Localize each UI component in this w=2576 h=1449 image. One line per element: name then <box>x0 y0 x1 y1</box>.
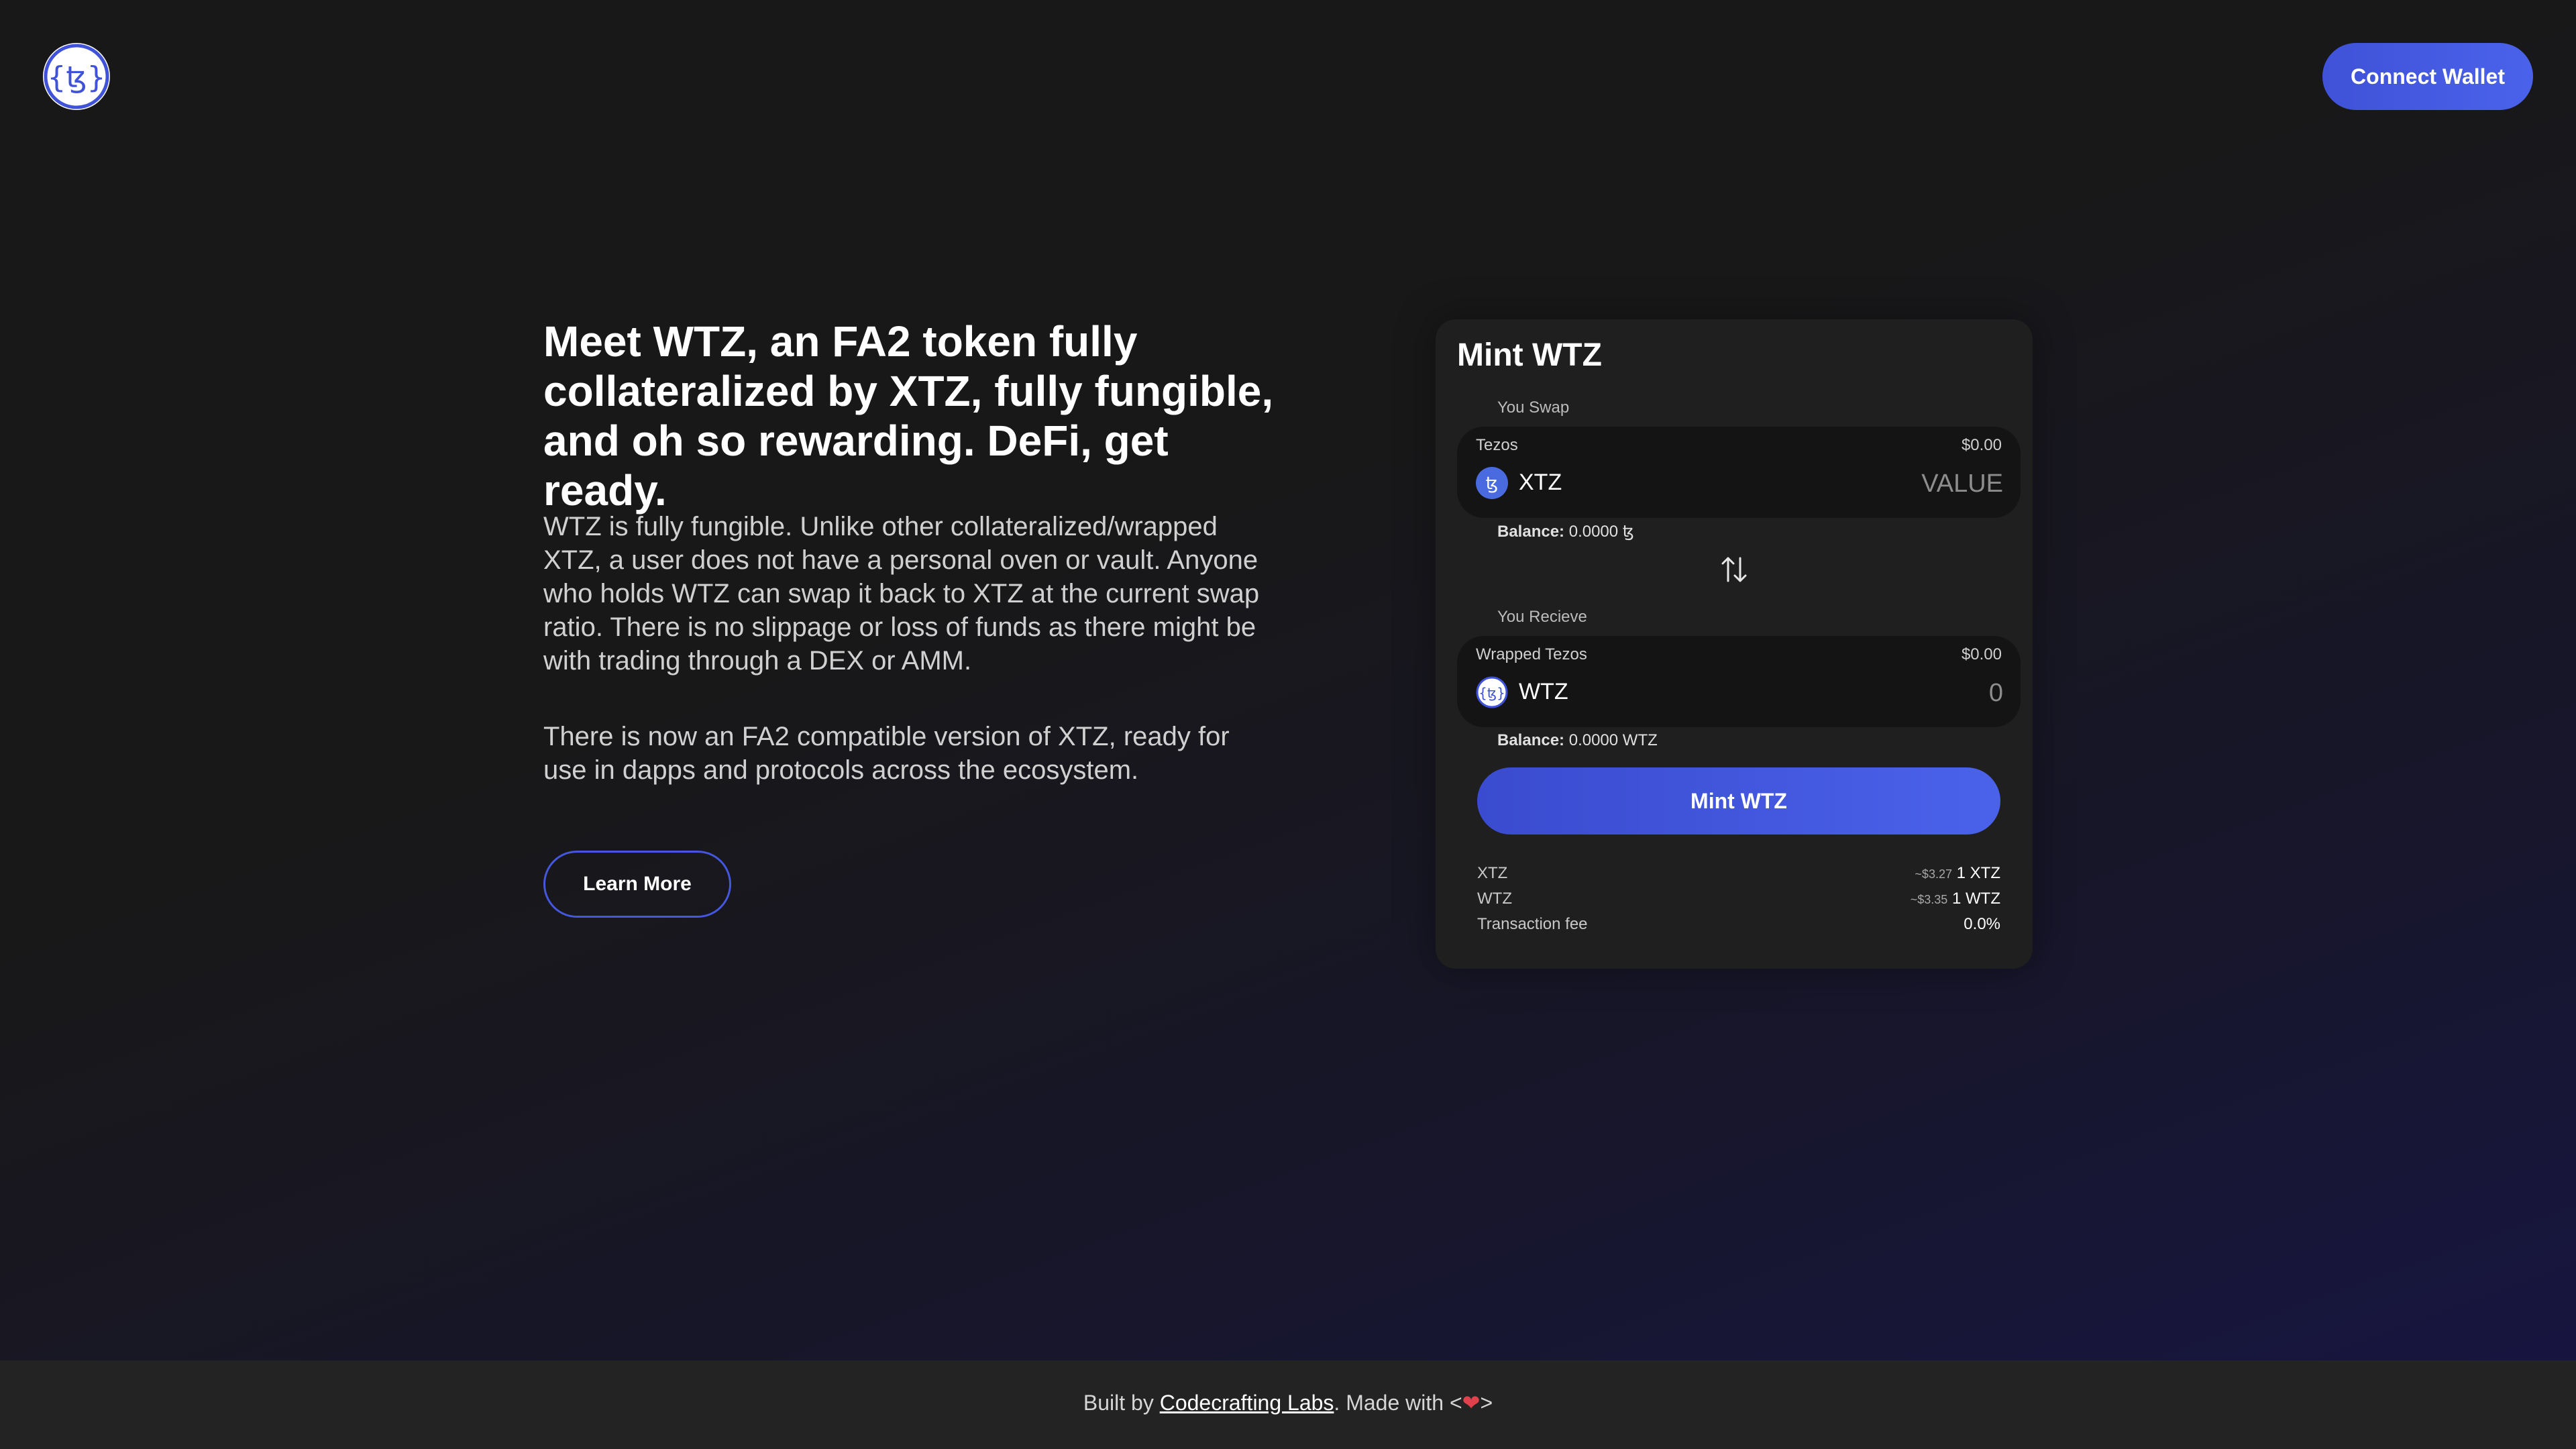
to-balance-value: 0.0000 WTZ <box>1568 731 1658 749</box>
footer-gt: > <box>1480 1391 1493 1415</box>
rate-value: ~$3.35 1 WTZ <box>1911 890 2000 908</box>
from-token-symbol: XTZ <box>1519 470 1562 495</box>
rate-value: ~$3.27 1 XTZ <box>1915 864 2000 883</box>
from-token-box: Tezos $0.00 ꜩ XTZ <box>1457 427 2021 518</box>
from-amount-input[interactable] <box>1733 464 2004 503</box>
learn-more-button[interactable]: Learn More <box>543 851 731 918</box>
from-balance: Balance: 0.0000 ꜩ <box>1497 522 1634 541</box>
to-token-symbol: WTZ <box>1519 679 1568 704</box>
rate-label: WTZ <box>1477 890 1512 908</box>
to-token-usd: $0.00 <box>1961 645 2002 663</box>
wtz-icon: {ꜩ} <box>1476 676 1508 708</box>
mint-wtz-button[interactable]: Mint WTZ <box>1477 767 2000 835</box>
to-token-box: Wrapped Tezos $0.00 {ꜩ} WTZ <box>1457 636 2021 727</box>
svg-text:{ꜩ}: {ꜩ} <box>1479 685 1505 701</box>
codecrafting-labs-link[interactable]: Codecrafting Labs <box>1160 1391 1334 1415</box>
heart-icon: ❤ <box>1462 1391 1481 1415</box>
from-token-name: Tezos <box>1476 436 1518 454</box>
to-amount-input[interactable] <box>1733 674 2004 712</box>
mint-card-title: Mint WTZ <box>1457 337 1602 373</box>
to-balance-label: Balance: <box>1497 731 1565 749</box>
mint-card: Mint WTZ You Swap Tezos $0.00 ꜩ XTZ Bala… <box>1436 319 2033 969</box>
rate-amount: 1 WTZ <box>1952 890 2000 908</box>
hero-paragraph-2: There is now an FA2 compatible version o… <box>543 722 1230 785</box>
transaction-fee-value: 0.0% <box>1964 915 2000 933</box>
from-token-usd: $0.00 <box>1961 436 2002 454</box>
you-receive-label: You Recieve <box>1497 608 1587 626</box>
rate-amount: 1 XTZ <box>1956 864 2000 882</box>
svg-text:{ꜩ}: {ꜩ} <box>47 60 105 95</box>
tezos-icon: ꜩ <box>1476 467 1508 499</box>
footer-suffix: . Made with <box>1334 1391 1450 1415</box>
hero-headline: Meet WTZ, an FA2 token fully collaterali… <box>543 317 1274 515</box>
swap-arrows-icon[interactable] <box>1719 554 1750 585</box>
transaction-fee-row: Transaction fee 0.0% <box>1477 915 2000 938</box>
rate-row-wtz: WTZ ~$3.35 1 WTZ <box>1477 890 2000 912</box>
transaction-fee-label: Transaction fee <box>1477 915 1588 933</box>
from-balance-value: 0.0000 ꜩ <box>1568 523 1634 541</box>
footer-prefix: Built by <box>1083 1391 1160 1415</box>
rate-row-xtz: XTZ ~$3.27 1 XTZ <box>1477 864 2000 887</box>
footer: Built by Codecrafting Labs. Made with <❤… <box>0 1360 2576 1449</box>
hero-paragraph-1: WTZ is fully fungible. Unlike other coll… <box>543 512 1260 676</box>
to-token-name: Wrapped Tezos <box>1476 645 1587 663</box>
footer-text: Built by Codecrafting Labs. Made with <❤… <box>0 1390 2576 1415</box>
svg-text:ꜩ: ꜩ <box>1486 474 1498 494</box>
rate-approx: ~$3.35 <box>1910 893 1948 906</box>
footer-lt: < <box>1449 1391 1462 1415</box>
rate-approx: ~$3.27 <box>1915 867 1952 881</box>
connect-wallet-button[interactable]: Connect Wallet <box>2322 43 2533 110</box>
you-swap-label: You Swap <box>1497 398 1570 417</box>
rate-label: XTZ <box>1477 864 1508 882</box>
to-balance: Balance: 0.0000 WTZ <box>1497 731 1658 750</box>
wtz-logo-icon[interactable]: {ꜩ} <box>43 43 110 110</box>
from-balance-label: Balance: <box>1497 523 1565 541</box>
